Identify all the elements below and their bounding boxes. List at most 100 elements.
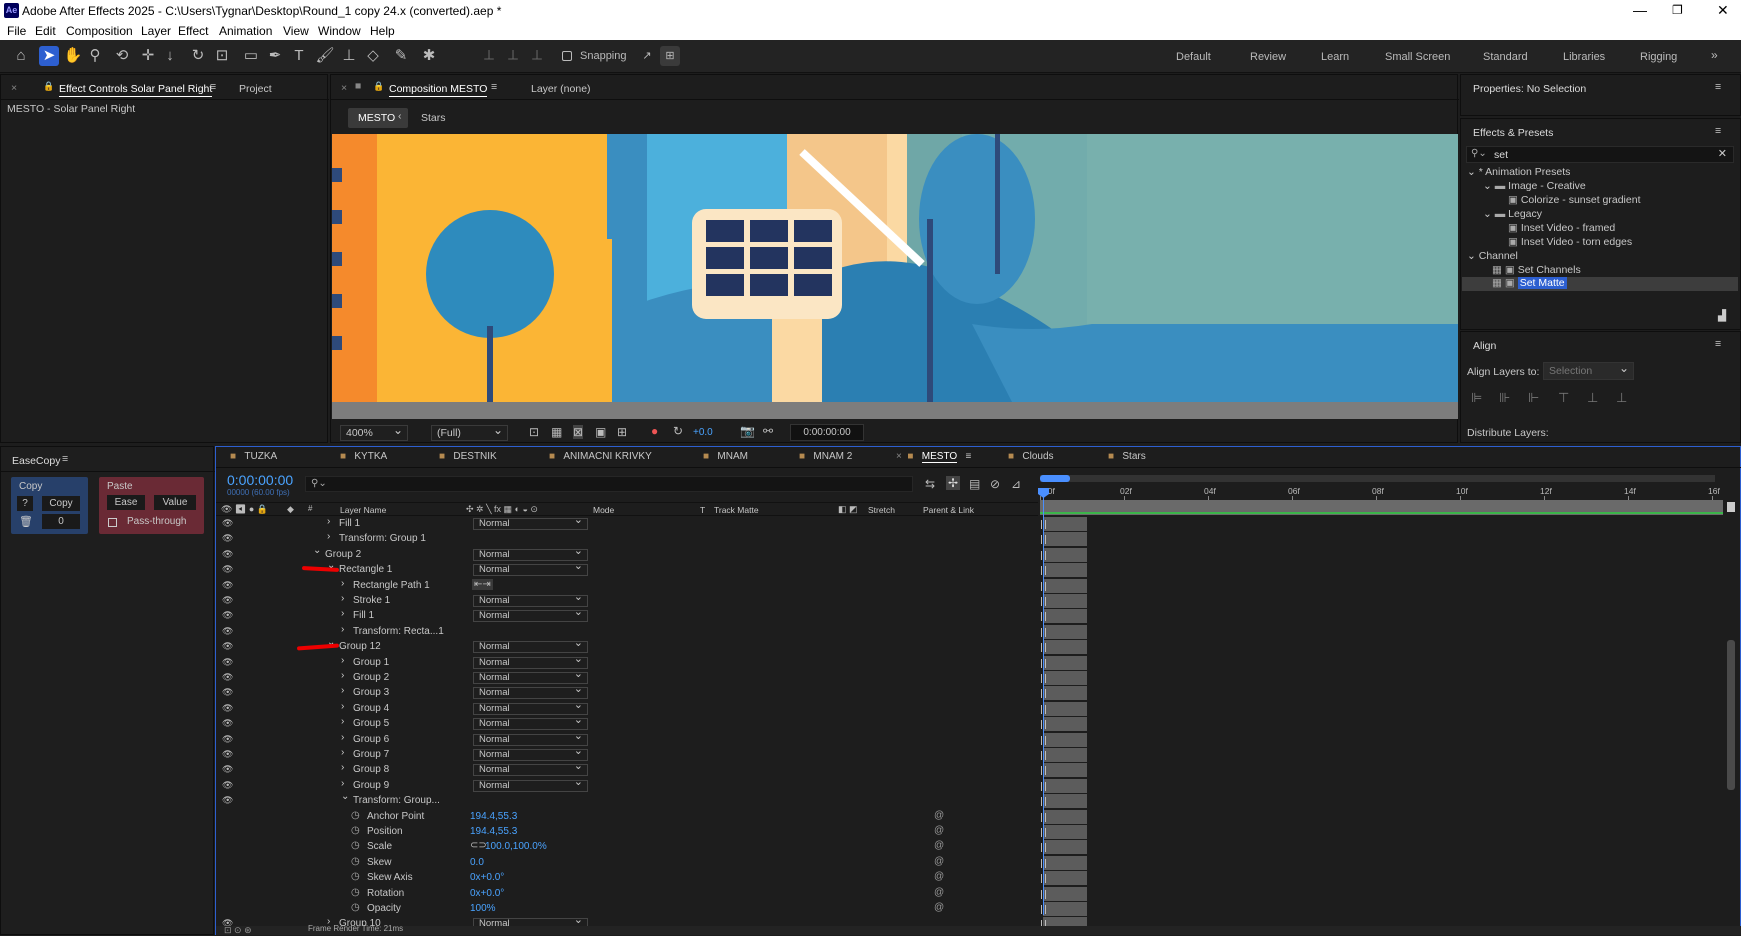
layer-duration-bar[interactable]	[1043, 579, 1087, 593]
layer-row[interactable]: ◷ Scale ⊂⊃ 100.0,100.0% @	[216, 840, 1038, 855]
timeline-tab-animacni-krivky[interactable]: ■ ANIMACNI KRIVKY	[549, 451, 652, 462]
close-tab-icon[interactable]: ×	[11, 82, 17, 94]
resolution-dropdown[interactable]: (Full)	[431, 423, 508, 441]
layer-duration-bar[interactable]	[1043, 532, 1087, 546]
shy-layers-icon[interactable]: ✢	[946, 476, 961, 490]
blend-mode-dropdown[interactable]: Normal	[473, 746, 588, 761]
timeline-search-input[interactable]: ⚲⌄	[305, 476, 913, 492]
visibility-eye-icon[interactable]: 👁	[222, 657, 233, 668]
layer-duration-bar[interactable]	[1043, 671, 1087, 685]
layer-row[interactable]: ◷ Anchor Point 194.4,55.3 @	[216, 810, 1038, 825]
align-bottom-icon[interactable]: ⊥	[1616, 390, 1627, 406]
stopwatch-icon[interactable]: ◷	[351, 825, 360, 836]
mask-visibility-icon[interactable]: ⊠	[573, 425, 584, 439]
layer-row[interactable]: 👁 › Group 2 Normal	[216, 669, 1038, 686]
transparency-grid-icon[interactable]: ▦	[551, 425, 562, 439]
col-layer-name[interactable]: Layer Name	[340, 505, 386, 515]
timeline-tab-kytka[interactable]: ■ KYTKA	[340, 451, 387, 462]
panel-menu-icon[interactable]: ≡	[966, 451, 972, 462]
close-tab-icon[interactable]: ×	[341, 82, 347, 94]
dolly-tool-icon[interactable]: ↓	[160, 46, 180, 66]
layer-row[interactable]: 👁 › Group 1 Normal	[216, 654, 1038, 671]
property-value[interactable]: 0x+0.0°	[470, 888, 504, 899]
visibility-eye-icon[interactable]: 👁	[222, 580, 233, 591]
breadcrumb-stars[interactable]: Stars	[421, 112, 446, 124]
chevron-right-icon[interactable]: ›	[341, 670, 344, 681]
tree-item[interactable]: ⌄ ▬ Legacy	[1483, 208, 1542, 220]
chevron-right-icon[interactable]: ›	[341, 716, 344, 727]
blend-mode-dropdown[interactable]: Normal	[473, 607, 588, 622]
chevron-down-icon[interactable]: ⌄	[313, 545, 321, 556]
workspace-small-screen[interactable]: Small Screen	[1385, 51, 1450, 63]
blend-mode-dropdown[interactable]: Normal	[473, 761, 588, 776]
composition-viewer[interactable]	[332, 134, 1458, 402]
time-navigator[interactable]	[1040, 472, 1727, 484]
visibility-eye-icon[interactable]: 👁	[222, 641, 233, 652]
workspace-libraries[interactable]: Libraries	[1563, 51, 1605, 63]
new-bin-icon[interactable]: ▟	[1718, 310, 1726, 322]
blend-mode-dropdown[interactable]: Normal	[473, 515, 588, 530]
tree-item[interactable]: ⌄ * Animation Presets	[1467, 166, 1570, 178]
layer-duration-bar[interactable]	[1043, 856, 1087, 870]
blend-mode-dropdown[interactable]: Normal	[473, 592, 588, 607]
more-workspaces-icon[interactable]: »	[1711, 48, 1718, 62]
panel-menu-icon[interactable]: ≡	[1715, 338, 1721, 350]
clone-stamp-tool-icon[interactable]: ⊥	[339, 46, 359, 66]
col-stretch[interactable]: Stretch	[868, 505, 895, 515]
home-icon[interactable]: ⌂	[11, 46, 31, 66]
chevron-right-icon[interactable]: ›	[341, 593, 344, 604]
layer-duration-bar[interactable]	[1043, 548, 1087, 562]
pick-whip-icon[interactable]: @	[934, 887, 944, 898]
timeline-scrollbar[interactable]	[1727, 640, 1735, 790]
panel-menu-icon[interactable]: ≡	[1715, 125, 1721, 137]
menu-effect[interactable]: Effect	[178, 24, 208, 38]
snap-edges-icon[interactable]: ↗	[637, 46, 657, 66]
zoom-tool-icon[interactable]: ⚲	[85, 46, 105, 66]
chevron-right-icon[interactable]: ›	[327, 516, 330, 527]
menu-composition[interactable]: Composition	[66, 24, 133, 38]
workspace-standard[interactable]: Standard	[1483, 51, 1528, 63]
chevron-right-icon[interactable]: ›	[341, 608, 344, 619]
tab-project[interactable]: Project	[239, 83, 272, 95]
layer-row[interactable]: 👁 › Group 5 Normal	[216, 715, 1038, 732]
tree-item[interactable]: ⌄ Channel	[1467, 250, 1518, 262]
tree-item[interactable]: ▣ Inset Video - torn edges	[1508, 236, 1632, 248]
stopwatch-icon[interactable]: ◷	[351, 840, 360, 851]
blend-mode-dropdown[interactable]: Normal	[473, 638, 588, 653]
pan-tool-icon[interactable]: ✛	[138, 46, 158, 66]
visibility-eye-icon[interactable]: 👁	[222, 734, 233, 745]
property-value[interactable]: 0.0	[470, 857, 484, 868]
layer-duration-bar[interactable]	[1043, 810, 1087, 824]
stopwatch-icon[interactable]: ◷	[351, 887, 360, 898]
menu-animation[interactable]: Animation	[219, 24, 272, 38]
layer-duration-bar[interactable]	[1043, 609, 1087, 623]
visibility-eye-icon[interactable]: 👁	[222, 549, 233, 560]
visibility-eye-icon[interactable]: 👁	[222, 564, 233, 575]
layer-row[interactable]: ◷ Position 194.4,55.3 @	[216, 825, 1038, 840]
panel-menu-icon[interactable]: ≡	[1715, 81, 1721, 93]
roto-brush-tool-icon[interactable]: ✎	[391, 46, 411, 66]
blend-mode-dropdown[interactable]: Normal	[473, 700, 588, 715]
layer-duration-bar[interactable]	[1043, 887, 1087, 901]
layer-row[interactable]: 👁 › Group 3 Normal	[216, 684, 1038, 701]
layer-row[interactable]: 👁 › Group 8 Normal	[216, 761, 1038, 778]
stopwatch-icon[interactable]: ◷	[351, 810, 360, 821]
rotation-tool-icon[interactable]: ↻	[188, 46, 208, 66]
value-button[interactable]: Value	[154, 495, 196, 510]
snap-features-icon[interactable]: ⊞	[660, 46, 680, 66]
layer-duration-bar[interactable]	[1043, 871, 1087, 885]
blend-mode-dropdown[interactable]: Normal	[473, 561, 588, 576]
layer-duration-bar[interactable]	[1043, 779, 1087, 793]
layer-row[interactable]: ◷ Skew Axis 0x+0.0° @	[216, 871, 1038, 886]
comp-timecode[interactable]: 0:00:00:00	[790, 424, 864, 441]
passthrough-checkbox[interactable]	[108, 518, 117, 527]
menu-help[interactable]: Help	[370, 24, 395, 38]
layer-row[interactable]: 👁 › Fill 1 Normal	[216, 607, 1038, 624]
property-value[interactable]: 100.0,100.0%	[485, 841, 547, 852]
workspace-learn[interactable]: Learn	[1321, 51, 1349, 63]
align-left-icon[interactable]: ⊫	[1471, 390, 1482, 406]
property-value[interactable]: 194.4,55.3	[470, 811, 517, 822]
region-of-interest-icon[interactable]: ▣	[595, 425, 606, 439]
stopwatch-icon[interactable]: ◷	[351, 902, 360, 913]
tab-composition[interactable]: Composition MESTO	[389, 83, 488, 97]
